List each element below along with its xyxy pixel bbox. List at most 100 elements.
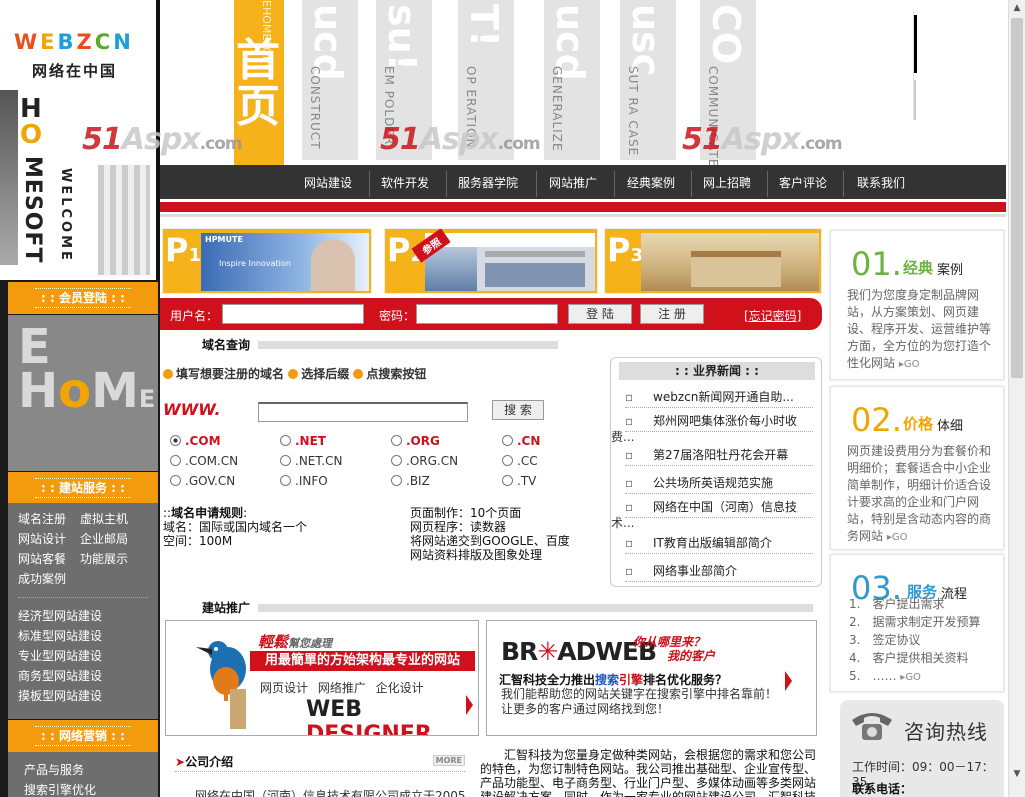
nav-item-website-build[interactable]: 网站建设 [304,165,352,199]
tld-comcn[interactable]: .COM.CN [170,454,238,468]
service-link[interactable]: 企业邮局 [80,529,142,549]
service-link[interactable]: 成功案例 [18,569,80,589]
header-col-construct[interactable]: ucd CONSTRUCT [302,0,358,160]
news-item[interactable]: 郑州网吧集体涨价每小时收 [625,412,813,432]
member-login-header: : : 会员登陆 : : [8,282,158,314]
service-link[interactable]: 标准型网站建设 [18,626,158,646]
welcome-text: WELCOME [58,168,73,263]
tld-info[interactable]: .INFO [280,474,328,488]
nav-item-promotion[interactable]: 网站推广 [549,165,597,199]
service-link[interactable]: 功能展示 [80,549,142,569]
news-item[interactable]: webzcn新闻网开通自助... [625,388,813,408]
go-link[interactable]: GO [899,359,920,370]
card-service-process[interactable]: 03. 服务 流程 1. 客户提出需求 2. 据需求制定开发预算 3. 签定协议… [830,554,1004,692]
news-item[interactable]: 公共场所英语规范实施 [625,474,813,494]
card-classic-cases[interactable]: 01. 经典 案例 我们为您度身定制品牌网站，从方案策划、网页建设、程序开发、运… [830,230,1004,380]
tld-orgcn[interactable]: .ORG.CN [391,454,458,468]
banner-p3[interactable]: P3 [604,228,822,294]
service-link[interactable]: 虚拟主机 [80,509,142,529]
nav-item-software[interactable]: 软件开发 [381,165,429,199]
domain-rules: ::域名申请规则: 域名：国际或国内域名一个 空间：100M [163,506,308,548]
banner-p1[interactable]: P1 HPMUTE Inspire Innovation [162,228,372,294]
logo-letter: C [94,30,114,54]
card-desc: 网页建设费用分为套餐价和明细价；套餐适合中小企业简单制作，明细计价适合设计要求高… [847,443,997,546]
service-link[interactable]: 摸板型网站建设 [18,686,158,706]
tld-org[interactable]: .ORG [391,434,440,448]
forgot-password-link[interactable]: [忘记密码] [744,307,801,324]
domain-search-button[interactable]: 搜 索 [492,400,544,420]
tld-com[interactable]: .COM [170,434,221,448]
service-link[interactable]: 经济型网站建设 [18,606,158,626]
login-button[interactable]: 登 陆 [568,304,632,324]
header-right-decor [913,10,1005,120]
rule-line: 网站资料排版及图象处理 [410,548,543,562]
nav-item-reviews[interactable]: 客户评论 [779,165,827,199]
card-title: 经典 [903,259,934,277]
company-intro-title: 公司介绍 [175,753,233,770]
banner-number: P3 [607,231,643,269]
scroll-thumb[interactable] [1011,18,1023,378]
news-item[interactable]: 网络在中国（河南）信息技 [625,498,813,518]
tld-cn[interactable]: .CN [502,434,540,448]
tld-tv[interactable]: .TV [502,474,536,488]
card-title-sub: 体细 [937,419,964,434]
service-link[interactable]: 域名注册 [18,509,80,529]
banner-image: HPMUTE Inspire Innovation [201,233,369,291]
promo-broadweb[interactable]: BR✳ADWEB 你从哪里来？ 我的客户 汇智科技全力推出搜索引擎排名优化服务？ … [486,620,817,736]
home-rest: MESOFT [20,156,45,264]
scroll-up-icon[interactable]: ▲ [1009,0,1025,17]
net-marketing-header: : : 网络营销 : : [8,720,158,752]
username-input[interactable] [222,304,364,324]
header-col-case[interactable]: usc SUT RA CASE [620,0,676,160]
news-item[interactable]: IT教育出版编辑部简介 [625,534,813,554]
scroll-down-icon[interactable]: ▼ [1009,766,1025,783]
member-login-title: 会员登陆 [58,291,107,305]
service-link[interactable]: 网站客餐 [18,549,80,569]
marketing-link[interactable]: 搜索引擎优化 [24,780,158,797]
more-button[interactable]: MORE [432,755,465,766]
seo-description: 我们能帮助您的网站关键字在搜索引擎中排名靠前！ 让更多的客户通过网络找到您！ [501,687,778,716]
go-link[interactable]: GO [900,672,921,683]
arrow-right-icon [466,695,473,715]
service-link[interactable]: 商务型网站建设 [18,666,158,686]
domain-input[interactable] [258,402,468,422]
card-price-detail[interactable]: 02. 价格 体细 网页建设费用分为套餐价和明细价；套餐适合中小企业简单制作，明… [830,386,1004,550]
service-link[interactable]: 专业型网站建设 [18,646,158,666]
logo-letter: Z [76,30,95,54]
logo-letter: N [113,30,134,54]
divider [18,597,148,598]
process-steps: 1. 客户提出需求 2. 据需求制定开发预算 3. 签定协议 4. 客户提供相关… [849,595,999,685]
col-glyph: su! [380,4,424,72]
nav-item-contact[interactable]: 联系我们 [857,165,905,199]
register-button[interactable]: 注 册 [640,304,704,324]
marketing-link[interactable]: 产品与服务 [24,760,158,780]
site-logo[interactable]: WEBZCN [14,30,134,54]
news-item[interactable]: 第27届洛阳牡丹花会开幕 [625,446,813,466]
vertical-scrollbar[interactable]: ▲ ▼ [1008,0,1025,797]
nav-item-cases[interactable]: 经典案例 [627,165,675,199]
rules-title: 域名申请规则 [171,506,244,520]
password-label: 密码： [379,309,416,323]
news-overflow: 费... [611,430,635,444]
rule-line: 将网站递交到GOOGLE、百度 [410,534,570,548]
tld-govcn[interactable]: .GOV.CN [170,474,235,488]
tld-net[interactable]: .NET [280,434,326,448]
service-link[interactable]: 网站设计 [18,529,80,549]
card-number: 02. [851,401,902,439]
nav-item-server-college[interactable]: 服务器学院 [458,165,518,199]
header-col-generalize[interactable]: ucd GENERALIZE [544,0,600,160]
domain-rules-2: 页面制作：10个页面 网页程序：读数器 将网站递交到GOOGLE、百度 网站资料… [410,506,570,562]
nav-item-jobs[interactable]: 网上招聘 [703,165,751,199]
process-step: 5. …… GO [849,667,999,685]
tld-biz[interactable]: .BIZ [391,474,430,488]
banner-p2[interactable]: P2 参照 [384,228,598,294]
promo-web-designer[interactable]: 輕鬆幫您處理 用最簡單的方始架构最专业的网站 网页设计 网络推广 企化设计 WE… [165,620,479,736]
go-link[interactable]: GO [887,532,908,543]
rule-line: 空间：100M [163,534,233,548]
tld-cc[interactable]: .CC [502,454,538,468]
logo-letter: W [14,30,41,54]
promo-headline: 輕鬆幫您處理 [258,633,333,651]
password-input[interactable] [416,304,558,324]
tld-netcn[interactable]: .NET.CN [280,454,342,468]
news-item[interactable]: 网络事业部简介 [625,562,813,582]
